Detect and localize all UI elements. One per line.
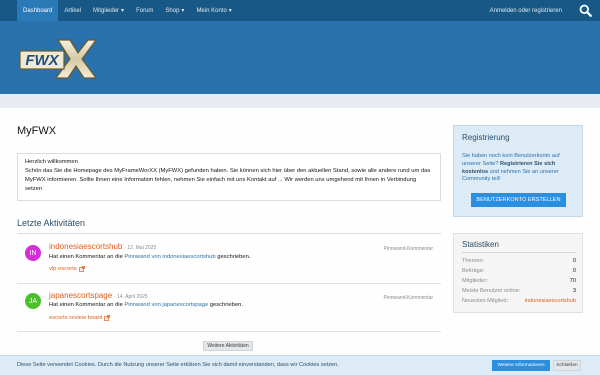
more-activities-button[interactable]: Weitere Aktivitäten [203,341,253,351]
statistics-panel: Statistiken Themen: 0 Beiträge: 0 Mitglied… [453,233,583,313]
tab-label: Mein Konto [196,7,227,14]
stat-value: 70 [569,278,576,284]
activity-date: · 14. April 2025 [114,294,148,300]
tab-label: Mitglieder [93,7,120,14]
registration-panel: Registrierung Sie haben noch kein Benutz… [453,125,583,217]
tab-artikel[interactable]: Artikel [58,0,87,21]
activity-type: Pinnwand-Kommentar [383,246,433,252]
activity-extra-link[interactable]: escorts review board [49,315,111,321]
activity-text-after: geschrieben. [215,254,251,260]
activities-title: Letzte Aktivitäten [17,218,86,228]
stat-row: Beiträge: 0 [462,268,576,274]
cookie-more-info-button[interactable]: Weitere Informationen [492,360,550,371]
top-navigation: Dashboard Artikel Mitglieder ▾ Forum Shop… [0,0,600,21]
search-icon [579,4,592,17]
page-title: MyFWX [17,125,57,137]
activity-item: IN indonesiaescortshub · 12. Mai 2025 Pi… [17,238,441,284]
activity-header: japanescortspage · 14. April 2025 [49,291,148,300]
tab-mitglieder[interactable]: Mitglieder ▾ [87,0,130,21]
tab-mein-konto[interactable]: Mein Konto ▾ [190,0,237,21]
stat-label: Meiste Benutzer online: [462,288,521,294]
cookie-close-button[interactable]: Schließen [553,360,581,371]
activity-text-before: Hat einen Kommentar an die [49,254,125,260]
stat-row: Meiste Benutzer online: 3 [462,288,576,294]
search-button[interactable] [570,0,600,21]
stat-value: 0 [572,268,576,274]
stat-value: 0 [572,258,576,264]
nav-right: Anmelden oder registrieren [482,0,600,21]
activity-user-link[interactable]: japanescortspage [49,291,112,300]
registration-title: Registrierung [462,133,510,142]
extra-link-label: vip escorts [49,266,77,272]
tab-label: Forum [136,7,154,14]
wall-link[interactable]: Pinnwand von japanescortspage [124,302,208,308]
welcome-heading: Herzlich willkommen [25,159,78,165]
avatar[interactable]: JA [25,293,41,309]
stat-value: 3 [572,288,576,294]
external-link-icon [104,315,111,321]
stat-row: Neuestes Mitglied: indonesiaescortshub [462,298,576,304]
divider [17,233,441,234]
tab-label: Artikel [64,7,82,14]
cookie-message: Diese Seite verwendet Cookies. Durch die… [17,362,339,368]
login-register-link[interactable]: Anmelden oder registrieren [482,0,570,21]
activity-date: · 12. Mai 2025 [124,245,157,251]
tab-dashboard[interactable]: Dashboard [17,0,59,21]
activity-item: JA japanescortspage · 14. April 2025 Pin… [17,288,441,332]
chevron-down-icon: ▾ [121,8,125,14]
header-banner: FWX [0,21,600,94]
activity-user-link[interactable]: indonesiaescortshub [49,242,122,251]
stat-label: Neuestes Mitglied: [462,298,509,304]
stat-row: Themen: 0 [462,258,576,264]
stat-label: Themen: [462,258,485,264]
chevron-down-icon: ▾ [228,8,232,14]
cookie-banner: Diese Seite verwendet Cookies. Durch die… [0,355,600,375]
registration-text: Sie haben noch kein Benutzerkonto auf un… [462,153,578,184]
statistics-title: Statistiken [462,240,499,249]
welcome-box: Herzlich willkommen Schön das Sie die Ho… [17,153,441,201]
external-link-icon [78,266,85,272]
extra-link-label: escorts review board [49,315,103,321]
activity-text-before: Hat einen Kommentar an die [49,302,125,308]
site-logo[interactable]: FWX [18,38,96,80]
logo-text: FWX [25,52,59,69]
stat-row: Mitglieder: 70 [462,278,576,284]
tab-label: Shop [165,7,180,14]
activity-type: Pinnwand-Kommentar [383,295,433,301]
tab-shop[interactable]: Shop ▾ [159,0,190,21]
tab-forum[interactable]: Forum [130,0,159,21]
divider [462,252,576,253]
create-account-button[interactable]: BENUTZERKONTO ERSTELLEN [471,193,566,207]
activity-header: indonesiaescortshub · 12. Mai 2025 [49,242,156,251]
wall-link[interactable]: Pinnwand von indonesiaescortshub [124,254,215,260]
newest-member-link[interactable]: indonesiaescortshub [525,298,576,304]
activity-text: Hat einen Kommentar an die Pinnwand von … [49,254,250,260]
activity-text: Hat einen Kommentar an die Pinnwand von … [49,302,243,308]
avatar[interactable]: IN [25,245,41,261]
activity-extra-link[interactable]: vip escorts [49,266,85,272]
stat-label: Mitglieder: [462,278,488,284]
welcome-text: Schön das Sie die Homepage des MyFrameWo… [25,168,431,192]
nav-tabs: Dashboard Artikel Mitglieder ▾ Forum Shop… [17,0,238,21]
banner-strip [0,94,600,108]
chevron-down-icon: ▾ [181,8,185,14]
activity-text-after: geschrieben. [208,302,244,308]
stat-label: Beiträge: [462,268,485,274]
tab-label: Dashboard [23,7,53,14]
